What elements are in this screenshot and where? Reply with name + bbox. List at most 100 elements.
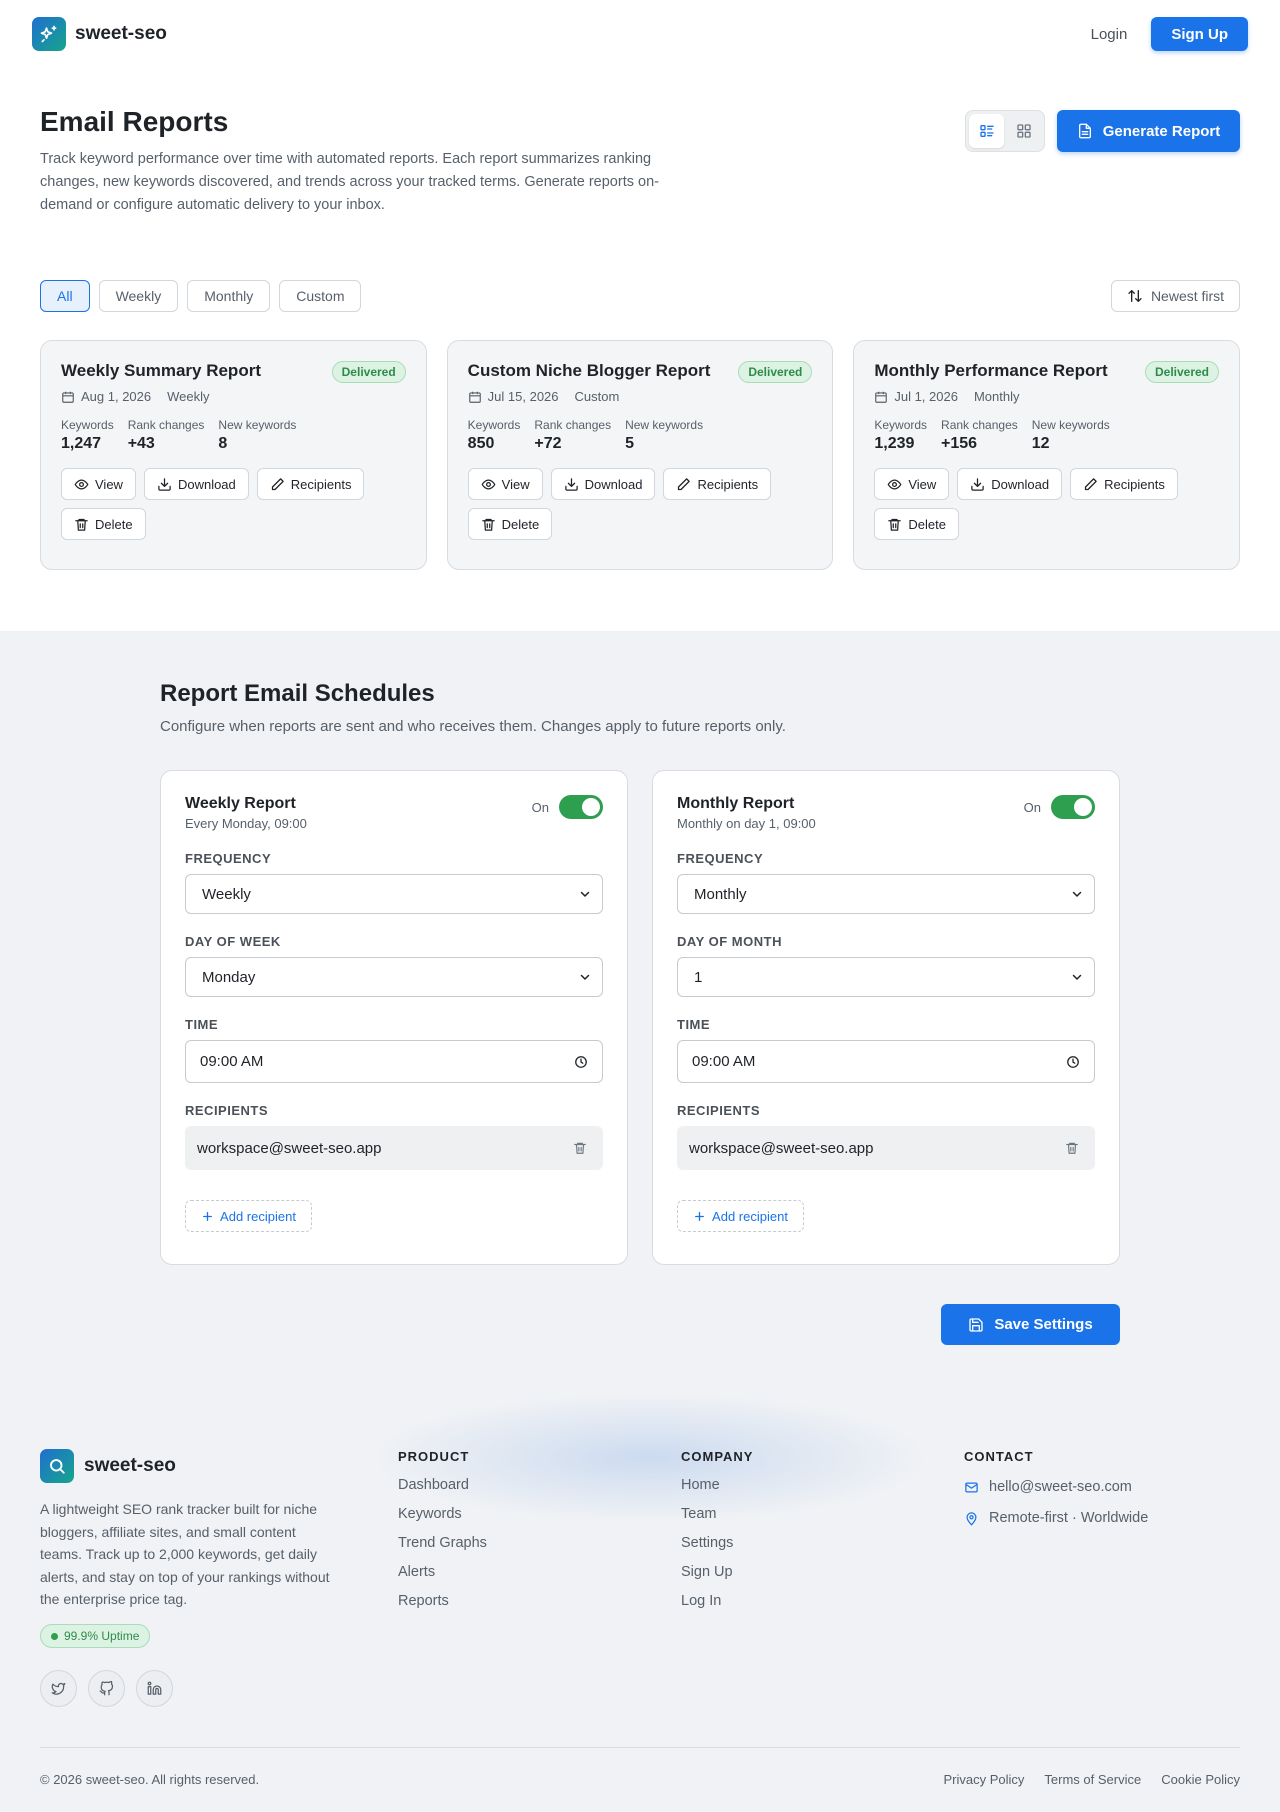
stat-new-keywords: New keywords 12 bbox=[1031, 418, 1110, 452]
stat-rank-changes: Rank changes +43 bbox=[127, 418, 205, 452]
schedule-toggle[interactable] bbox=[559, 795, 603, 819]
stat-new-keywords: New keywords 5 bbox=[625, 418, 704, 452]
trash-icon[interactable] bbox=[573, 1141, 587, 1155]
add-recipient-button[interactable]: Add recipient bbox=[677, 1200, 804, 1232]
stat-keywords: Keywords 1,239 bbox=[874, 418, 928, 452]
day-label: DAY OF MONTH bbox=[677, 934, 782, 949]
filter-weekly[interactable]: Weekly bbox=[98, 280, 179, 312]
recipients-button[interactable]: Recipients bbox=[663, 468, 772, 500]
recipient-email: workspace@sweet-seo.app bbox=[197, 1139, 382, 1157]
add-recipient-button[interactable]: Add recipient bbox=[185, 1200, 312, 1232]
clock-icon[interactable] bbox=[1066, 1055, 1080, 1069]
report-type: Weekly bbox=[167, 389, 210, 404]
twitter-icon bbox=[51, 1682, 66, 1695]
delete-button[interactable]: Delete bbox=[467, 508, 553, 540]
view-button[interactable]: View bbox=[61, 468, 136, 500]
time-label: TIME bbox=[185, 1017, 219, 1032]
footer-link-sign-up[interactable]: Sign Up bbox=[681, 1564, 753, 1580]
footer-link-reports[interactable]: Reports bbox=[398, 1593, 487, 1609]
recipients-button[interactable]: Recipients bbox=[1070, 468, 1178, 500]
signup-button[interactable]: Sign Up bbox=[1151, 17, 1248, 51]
list-view-button[interactable] bbox=[969, 114, 1004, 148]
delete-button[interactable]: Delete bbox=[874, 508, 959, 540]
footer-product-column: PRODUCT Dashboard Keywords Trend Graphs … bbox=[398, 1449, 487, 1609]
report-card: Custom Niche Blogger Report Delivered Ju… bbox=[446, 340, 834, 570]
download-button[interactable]: Download bbox=[143, 468, 249, 500]
day-select[interactable]: Monday bbox=[185, 957, 603, 997]
mail-icon bbox=[965, 1482, 978, 1492]
reports-header: Email Reports Track keyword performance … bbox=[40, 106, 1240, 213]
stat-rank-changes: Rank changes +72 bbox=[534, 418, 612, 452]
clock-icon[interactable] bbox=[574, 1055, 588, 1069]
report-cards: Weekly Summary Report Delivered Aug 1, 2… bbox=[40, 340, 1241, 570]
list-view-icon bbox=[979, 125, 994, 137]
filter-monthly[interactable]: Monthly bbox=[187, 280, 271, 312]
schedules-title: Report Email Schedules bbox=[160, 680, 435, 707]
search-logo-icon bbox=[40, 1449, 74, 1483]
day-select[interactable]: 1 bbox=[677, 957, 1095, 997]
terms-of-service-link[interactable]: Terms of Service bbox=[1044, 1772, 1141, 1787]
privacy-policy-link[interactable]: Privacy Policy bbox=[944, 1772, 1025, 1787]
toggle-label: On bbox=[1023, 799, 1041, 815]
company-heading: COMPANY bbox=[681, 1449, 754, 1464]
footer-link-home[interactable]: Home bbox=[681, 1477, 753, 1493]
filter-all[interactable]: All bbox=[40, 280, 90, 312]
delete-button[interactable]: Delete bbox=[61, 508, 146, 540]
chevron-down-icon bbox=[1072, 974, 1082, 980]
view-button[interactable]: View bbox=[467, 468, 543, 500]
download-button[interactable]: Download bbox=[550, 468, 656, 500]
trash-icon[interactable] bbox=[1065, 1141, 1079, 1155]
login-link[interactable]: Login bbox=[1091, 26, 1128, 43]
footer-link-settings[interactable]: Settings bbox=[681, 1535, 753, 1551]
contact-location: Remote-first · Worldwide bbox=[964, 1510, 1148, 1526]
footer-description: A lightweight SEO rank tracker built for… bbox=[40, 1501, 330, 1607]
eye-icon bbox=[74, 478, 89, 490]
footer-link-trend-graphs[interactable]: Trend Graphs bbox=[398, 1535, 487, 1551]
toggle-knob bbox=[1074, 798, 1092, 816]
twitter-link[interactable] bbox=[40, 1670, 77, 1707]
sparkle-logo-icon bbox=[32, 17, 66, 51]
sort-arrows-icon bbox=[1128, 290, 1142, 302]
grid-view-button[interactable] bbox=[1006, 114, 1041, 148]
schedule-card-weekly: Weekly Report Every Monday, 09:00 On FRE… bbox=[160, 770, 628, 1265]
footer-link-dashboard[interactable]: Dashboard bbox=[398, 1477, 487, 1493]
github-link[interactable] bbox=[88, 1670, 125, 1707]
eye-icon bbox=[887, 478, 902, 490]
save-settings-button[interactable]: Save Settings bbox=[941, 1304, 1120, 1345]
copyright: © 2026 sweet-seo. All rights reserved. bbox=[40, 1772, 260, 1787]
brand[interactable]: sweet-seo bbox=[32, 17, 167, 51]
cookie-policy-link[interactable]: Cookie Policy bbox=[1161, 1772, 1240, 1787]
linkedin-link[interactable] bbox=[136, 1670, 173, 1707]
frequency-select[interactable]: Monthly bbox=[677, 874, 1095, 914]
status-badge: Delivered bbox=[1144, 361, 1220, 383]
contact-heading: CONTACT bbox=[964, 1449, 1034, 1464]
frequency-select[interactable]: Weekly bbox=[185, 874, 603, 914]
view-button[interactable]: View bbox=[874, 468, 950, 500]
status-dot-icon bbox=[51, 1632, 58, 1640]
stat-keywords: Keywords 1,247 bbox=[61, 418, 114, 452]
day-label: DAY OF WEEK bbox=[185, 934, 281, 949]
footer-divider bbox=[40, 1747, 1240, 1748]
trash-icon bbox=[75, 518, 88, 531]
recipients-button[interactable]: Recipients bbox=[256, 468, 365, 500]
download-button[interactable]: Download bbox=[957, 468, 1063, 500]
generate-report-button[interactable]: Generate Report bbox=[1057, 110, 1240, 152]
map-pin-icon bbox=[966, 1511, 977, 1525]
toggle-label: On bbox=[531, 799, 549, 815]
time-input[interactable]: 09:00 AM bbox=[677, 1040, 1095, 1083]
filter-custom[interactable]: Custom bbox=[279, 280, 362, 312]
brand-name: sweet-seo bbox=[75, 23, 167, 44]
footer-link-keywords[interactable]: Keywords bbox=[398, 1506, 487, 1522]
footer-link-alerts[interactable]: Alerts bbox=[398, 1564, 487, 1580]
pencil-icon bbox=[271, 477, 284, 490]
time-input[interactable]: 09:00 AM bbox=[185, 1040, 603, 1083]
contact-email[interactable]: hello@sweet-seo.com bbox=[964, 1479, 1148, 1495]
recipient-row: workspace@sweet-seo.app bbox=[185, 1126, 603, 1170]
schedule-toggle[interactable] bbox=[1051, 795, 1095, 819]
uptime-badge: 99.9% Uptime bbox=[40, 1624, 151, 1648]
footer-brand[interactable]: sweet-seo bbox=[40, 1449, 176, 1483]
footer-link-log-in[interactable]: Log In bbox=[681, 1593, 753, 1609]
sort-button[interactable]: Newest first bbox=[1111, 280, 1240, 312]
calendar-icon bbox=[875, 391, 888, 403]
footer-link-team[interactable]: Team bbox=[681, 1506, 753, 1522]
